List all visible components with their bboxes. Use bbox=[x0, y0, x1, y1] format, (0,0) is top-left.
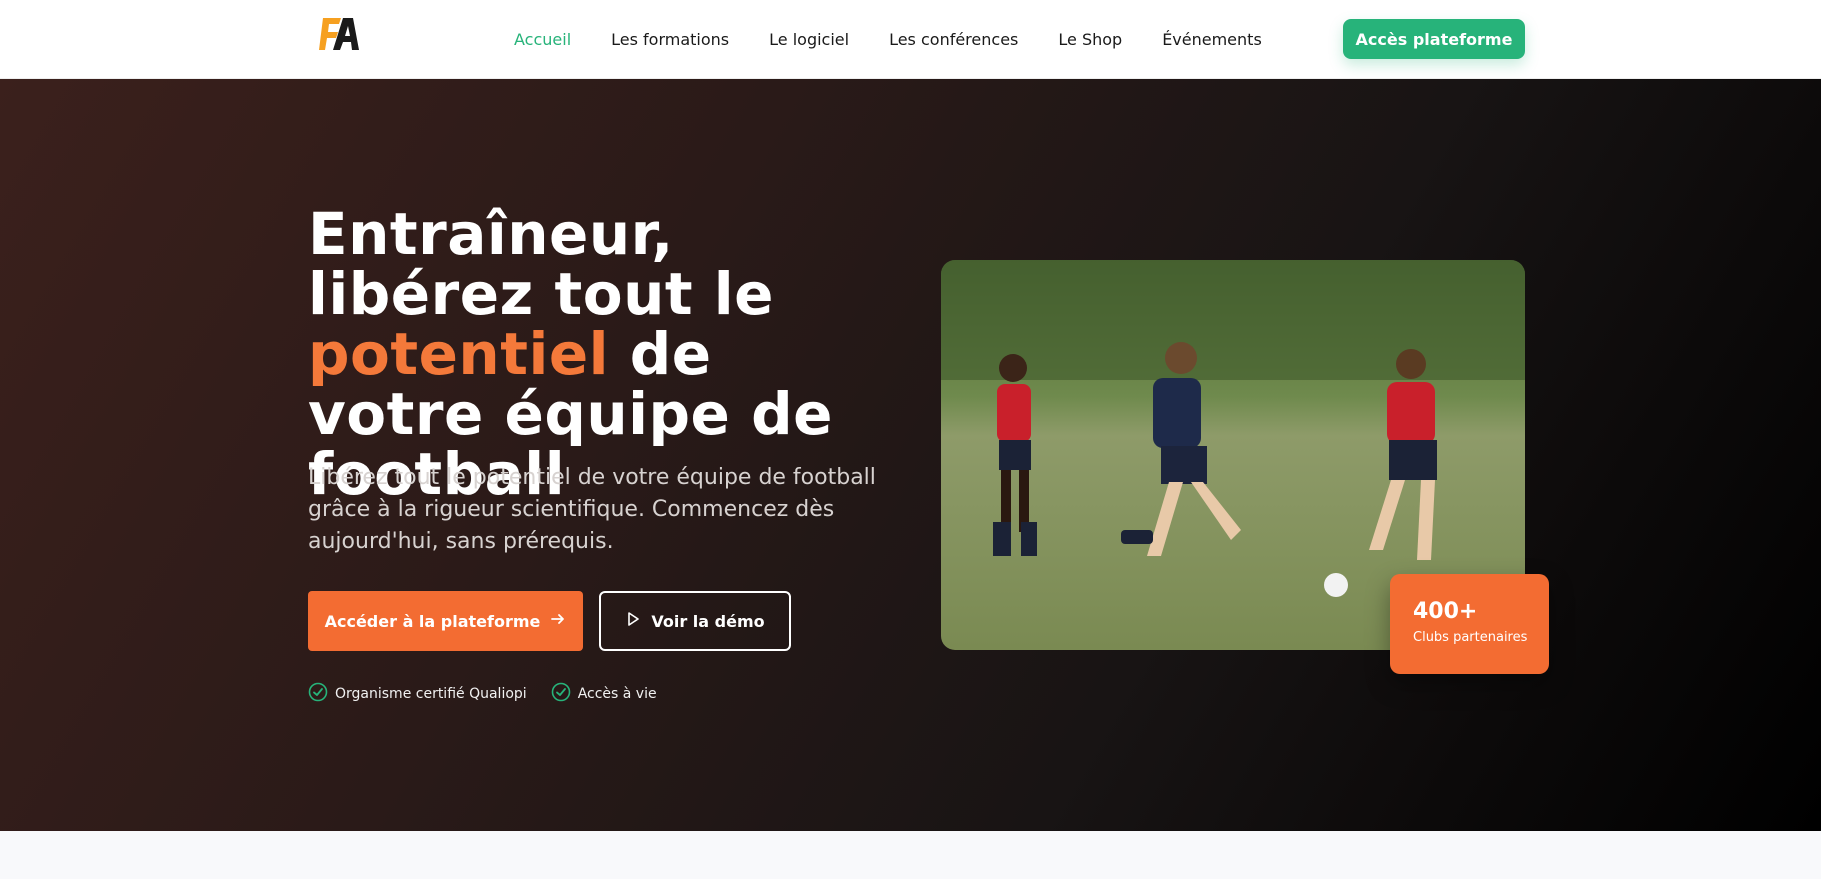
nav-item-conferences[interactable]: Les conférences bbox=[889, 30, 1018, 49]
partners-badge: 400+ Clubs partenaires bbox=[1390, 574, 1549, 674]
platform-access-button[interactable]: Accès plateforme bbox=[1343, 19, 1525, 59]
nav-item-evenements[interactable]: Événements bbox=[1162, 30, 1262, 49]
check-circle-icon bbox=[308, 682, 328, 706]
check-item-lifetime: Accès à vie bbox=[551, 682, 657, 706]
nav-item-accueil[interactable]: Accueil bbox=[514, 30, 571, 49]
hero-subtitle: Libérez tout le potentiel de votre équip… bbox=[308, 465, 876, 554]
hero-title-part1: Entraîneur, libérez tout le bbox=[308, 200, 775, 328]
next-section bbox=[0, 831, 1821, 879]
brand-logo[interactable] bbox=[319, 14, 367, 62]
site-header: Accueil Les formations Le logiciel Les c… bbox=[0, 0, 1821, 79]
access-platform-label: Accéder à la plateforme bbox=[324, 611, 541, 631]
nav-item-shop[interactable]: Le Shop bbox=[1058, 30, 1122, 49]
partners-label: Clubs partenaires bbox=[1413, 630, 1528, 645]
check-item-qualiopi: Organisme certifié Qualiopi bbox=[308, 682, 527, 706]
arrow-right-icon bbox=[550, 611, 566, 631]
check-circle-icon bbox=[551, 682, 571, 706]
nav-item-formations[interactable]: Les formations bbox=[611, 30, 729, 49]
partners-count: 400+ bbox=[1413, 599, 1478, 624]
access-platform-button[interactable]: Accéder à la plateforme bbox=[308, 591, 583, 651]
check-label: Accès à vie bbox=[577, 686, 657, 702]
hero-section: Entraîneur, libérez tout le potentiel de… bbox=[0, 79, 1821, 831]
trust-checks: Organisme certifié Qualiopi Accès à vie bbox=[308, 682, 681, 706]
hero-title: Entraîneur, libérez tout le potentiel de… bbox=[308, 204, 908, 504]
watch-demo-label: Voir la démo bbox=[651, 611, 765, 631]
main-nav: Accueil Les formations Le logiciel Les c… bbox=[514, 0, 1302, 79]
hero-title-highlight: potentiel bbox=[308, 320, 610, 388]
nav-item-logiciel[interactable]: Le logiciel bbox=[769, 30, 849, 49]
watch-demo-button[interactable]: Voir la démo bbox=[599, 591, 791, 651]
play-icon bbox=[625, 611, 641, 631]
check-label: Organisme certifié Qualiopi bbox=[335, 686, 527, 702]
